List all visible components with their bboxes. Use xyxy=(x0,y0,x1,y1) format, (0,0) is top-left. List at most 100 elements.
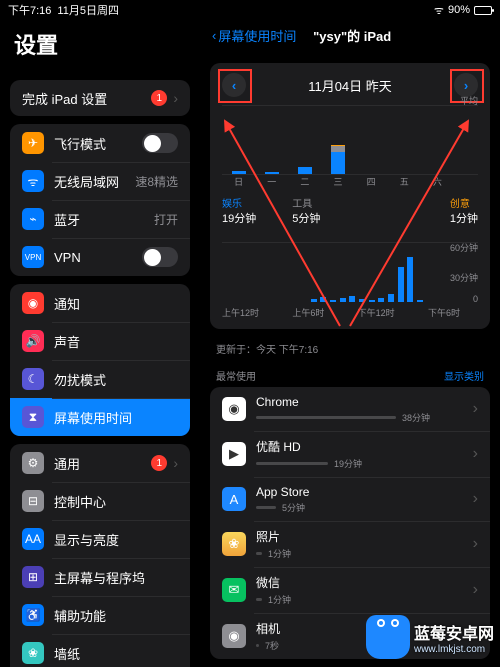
finish-setup-label: 完成 iPad 设置 xyxy=(22,89,151,108)
row-label: 辅助功能 xyxy=(54,606,178,625)
app-row-3[interactable]: ❀照片1分钟› xyxy=(210,521,490,567)
hourly-bar xyxy=(388,294,394,302)
row-label: 墙纸 xyxy=(54,644,178,663)
sidebar-item-general-4[interactable]: ♿ 辅助功能 xyxy=(10,596,190,634)
app-name: App Store xyxy=(256,485,473,499)
app-icon: ◉ xyxy=(222,624,246,648)
chevron-left-icon: ‹ xyxy=(212,28,216,43)
row-label: 飞行模式 xyxy=(54,134,142,153)
sidebar-item-general-1[interactable]: ⊟ 控制中心 xyxy=(10,482,190,520)
app-row-0[interactable]: ◉Chrome38分钟› xyxy=(210,387,490,431)
sidebar-item-notifications-2[interactable]: ☾勿扰模式 xyxy=(10,360,190,398)
row-label: 勿扰模式 xyxy=(54,370,178,389)
app-duration: 1分钟 xyxy=(268,593,291,606)
category-0: 娱乐19分钟 xyxy=(222,195,256,226)
sidebar-item-connectivity-0[interactable]: ✈ 飞行模式 xyxy=(10,124,190,162)
battery-percent: 90% xyxy=(448,4,470,16)
usage-bar xyxy=(256,598,262,601)
ylabel-0: 0 xyxy=(473,294,478,304)
row-detail: 速8精选 xyxy=(135,173,178,190)
hourly-bar xyxy=(378,298,384,302)
usage-chart-card: ‹ 11月04日 昨天 › 平均 日一二三四五六 娱乐19分钟工具5分钟创意1分… xyxy=(210,63,490,329)
sidebar-item-connectivity-1[interactable]: ᯤ无线局域网速8精选 xyxy=(10,162,190,200)
weekly-chart: 平均 日一二三四五六 xyxy=(222,105,478,175)
sidebar-item-general-3[interactable]: ⊞ 主屏幕与程序坞 xyxy=(10,558,190,596)
connectivity-icon-0: ✈ xyxy=(22,132,44,154)
row-label: 通知 xyxy=(54,294,178,313)
toggle[interactable] xyxy=(142,247,178,267)
usage-bar xyxy=(256,644,259,647)
chart-date: 11月04日 昨天 xyxy=(308,76,392,95)
usage-bar xyxy=(256,506,276,509)
hour-label: 上午6时 xyxy=(292,306,324,319)
hourly-bar xyxy=(359,299,365,302)
main-pane: ‹ 屏幕使用时间 "ysy"的 iPad ‹ 11月04日 昨天 › 平均 xyxy=(200,0,500,667)
app-name: 照片 xyxy=(256,528,473,545)
hourly-chart: 60分钟 30分钟 0 xyxy=(222,242,478,302)
usage-bar xyxy=(256,416,396,419)
status-date: 11月5日周四 xyxy=(57,2,119,18)
connectivity-icon-1: ᯤ xyxy=(22,170,44,192)
badge: 1 xyxy=(151,90,167,106)
app-icon: ◉ xyxy=(222,397,246,421)
notifications-icon-3: ⧗ xyxy=(22,406,44,428)
category-1: 工具5分钟 xyxy=(292,195,320,226)
show-categories-button[interactable]: 显示类别 xyxy=(444,368,484,383)
avg-label: 平均 xyxy=(460,94,478,107)
app-icon: ▶ xyxy=(222,442,246,466)
day-label: 二 xyxy=(300,175,309,188)
sidebar-title: 设置 xyxy=(0,22,200,72)
app-icon: A xyxy=(222,487,246,511)
row-label: 主屏幕与程序坞 xyxy=(54,568,178,587)
hourly-bar xyxy=(417,300,423,302)
general-icon-3: ⊞ xyxy=(22,566,44,588)
day-label: 五 xyxy=(400,175,409,188)
general-icon-0: ⚙ xyxy=(22,452,44,474)
hourly-bar xyxy=(369,300,375,302)
hourly-bar xyxy=(407,257,413,302)
row-detail: 打开 xyxy=(154,211,178,228)
app-duration: 5分钟 xyxy=(282,501,305,514)
chevron-right-icon: › xyxy=(173,90,178,106)
app-name: 优酷 HD xyxy=(256,438,473,455)
general-icon-1: ⊟ xyxy=(22,490,44,512)
finish-setup-row[interactable]: 完成 iPad 设置 1 › xyxy=(10,80,190,116)
hour-label: 上午12时 xyxy=(222,306,259,319)
sidebar-item-general-2[interactable]: AA显示与亮度 xyxy=(10,520,190,558)
sidebar-item-connectivity-3[interactable]: VPNVPN xyxy=(10,238,190,276)
day-label: 三 xyxy=(333,175,342,188)
watermark-url: www.lmkjst.com xyxy=(414,644,494,655)
app-row-1[interactable]: ▶优酷 HD19分钟› xyxy=(210,431,490,477)
app-row-2[interactable]: AApp Store5分钟› xyxy=(210,477,490,521)
sidebar-item-notifications-0[interactable]: ◉通知 xyxy=(10,284,190,322)
chevron-right-icon: › xyxy=(473,581,478,599)
hour-label: 下午12时 xyxy=(358,306,395,319)
row-label: 控制中心 xyxy=(54,492,178,511)
connectivity-icon-3: VPN xyxy=(22,246,44,268)
app-row-4[interactable]: ✉微信1分钟› xyxy=(210,567,490,613)
sidebar-item-general-0[interactable]: ⚙通用1› xyxy=(10,444,190,482)
row-label: 声音 xyxy=(54,332,178,351)
annotation-box-left xyxy=(218,69,252,103)
day-label: 日 xyxy=(234,175,243,188)
sidebar-item-notifications-1[interactable]: 🔊声音 xyxy=(10,322,190,360)
wifi-icon: ᯤ xyxy=(434,3,444,18)
hourly-bar xyxy=(340,298,346,302)
sidebar-item-notifications-3[interactable]: ⧗屏幕使用时间 xyxy=(10,398,190,436)
app-duration: 1分钟 xyxy=(268,547,291,560)
general-icon-4: ♿ xyxy=(22,604,44,626)
chevron-right-icon: › xyxy=(473,445,478,463)
weekly-bar xyxy=(265,172,279,174)
settings-sidebar: 设置 完成 iPad 设置 1 › ✈飞行模式ᯤ无线局域网速8精选⌁蓝牙打开VP… xyxy=(0,0,200,667)
sidebar-item-connectivity-2[interactable]: ⌁蓝牙打开 xyxy=(10,200,190,238)
app-icon: ❀ xyxy=(222,532,246,556)
hour-label: 下午6时 xyxy=(428,306,460,319)
sidebar-item-general-5[interactable]: ❀墙纸 xyxy=(10,634,190,667)
back-button[interactable]: ‹ 屏幕使用时间 xyxy=(212,26,296,45)
chevron-right-icon: › xyxy=(173,455,178,471)
usage-bar xyxy=(256,462,328,465)
section-apps-title: 最常使用 xyxy=(216,368,256,383)
weekly-bar xyxy=(298,167,312,174)
toggle[interactable] xyxy=(142,133,178,153)
row-label: 通用 xyxy=(54,454,151,473)
